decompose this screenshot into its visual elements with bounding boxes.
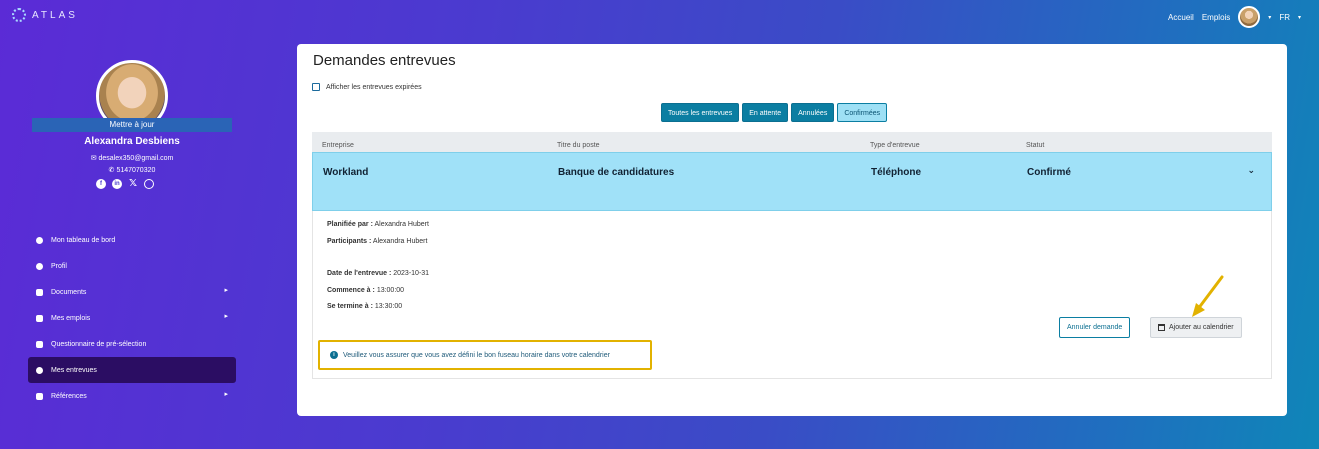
calendar-icon: [1158, 324, 1165, 331]
participants-value: Alexandra Hubert: [372, 238, 428, 245]
profile-email: ✉ desalex350@gmail.com: [90, 155, 174, 162]
participants-label: Participants :: [327, 238, 372, 245]
cell-company: Workland: [323, 167, 369, 178]
timezone-warning: i Veuillez vous assurer que vous avez dé…: [318, 340, 652, 370]
sidebar-item-label: Documents: [51, 288, 87, 296]
chevron-right-icon: ▸: [224, 287, 228, 294]
cell-status: Confirmé: [1027, 167, 1071, 178]
user-avatar[interactable]: [1238, 6, 1261, 28]
sidebar-menu: Mon tableau de bord Profil Documents ▸ M…: [28, 227, 236, 409]
sidebar-item-label: Mes emplois: [51, 314, 91, 322]
sidebar-item-label: Mes entrevues: [51, 366, 97, 374]
start-time-value: 13:00:00: [376, 287, 405, 294]
column-header-status: Statut: [1026, 142, 1045, 149]
timezone-warning-text: Veuillez vous assurer que vous avez défi…: [343, 351, 610, 359]
folder-icon: [36, 314, 43, 322]
chevron-down-icon[interactable]: ▾: [1268, 14, 1271, 21]
social-links: f in 𝕏: [96, 179, 154, 189]
chevron-right-icon: ▸: [224, 313, 228, 320]
planned-by-value: Alexandra Hubert: [374, 221, 429, 228]
participants: Participants : Alexandra Hubert: [327, 238, 427, 245]
users-icon: [36, 392, 43, 400]
filter-all-button[interactable]: Toutes les entrevues: [661, 103, 740, 122]
column-header-job-title: Titre du poste: [557, 142, 600, 149]
end-time-label: Se termine à :: [327, 303, 373, 310]
planned-by-label: Planifiée par :: [327, 221, 373, 228]
sidebar-item-label: Mon tableau de bord: [51, 236, 116, 244]
status-filter-group: Toutes les entrevues En attente Annulées…: [661, 103, 888, 122]
annotation-arrow-icon: [1192, 275, 1224, 317]
profile-phone-text: 5147070320: [116, 167, 156, 174]
cell-job-title: Banque de candidatures: [558, 167, 675, 178]
sidebar-item-dashboard[interactable]: Mon tableau de bord: [28, 227, 236, 253]
top-navigation: Accueil Emplois ▾ FR ▾: [1168, 6, 1301, 28]
nav-jobs-link[interactable]: Emplois: [1202, 13, 1230, 22]
column-header-company: Entreprise: [322, 142, 354, 149]
start-time: Commence à : 13:00:00: [327, 287, 404, 294]
column-header-type: Type d'entrevue: [870, 142, 920, 149]
interview-requests-card: Demandes entrevues Afficher les entrevue…: [297, 44, 1287, 416]
globe-icon[interactable]: [144, 179, 154, 189]
sidebar-item-documents[interactable]: Documents ▸: [28, 279, 236, 305]
profile-email-text: desalex350@gmail.com: [98, 155, 174, 162]
planned-by: Planifiée par : Alexandra Hubert: [327, 221, 429, 228]
show-expired-label: Afficher les entrevues expirées: [326, 83, 422, 91]
profile-name: Alexandra Desbiens: [84, 136, 180, 147]
brand-name: ATLAS: [32, 9, 78, 21]
sidebar: Mettre à jour Alexandra Desbiens ✉ desal…: [0, 40, 264, 449]
sidebar-item-my-interviews[interactable]: Mes entrevues: [28, 357, 236, 383]
interview-date-value: 2023-10-31: [393, 270, 430, 277]
linkedin-icon[interactable]: in: [112, 179, 122, 189]
filter-confirmed-button[interactable]: Confirmées: [837, 103, 888, 122]
add-to-calendar-label: Ajouter au calendrier: [1169, 324, 1234, 331]
table-header: Entreprise Titre du poste Type d'entrevu…: [312, 132, 1272, 152]
sidebar-item-label: Références: [51, 392, 87, 400]
profile-phone: ✆ 5147070320: [108, 167, 156, 174]
info-icon: i: [330, 351, 338, 359]
sidebar-item-label: Questionnaire de pré-sélection: [51, 340, 147, 348]
x-icon[interactable]: 𝕏: [128, 179, 138, 189]
folder-icon: [36, 288, 43, 296]
chevron-right-icon: ▸: [224, 391, 228, 398]
clock-icon: [36, 366, 43, 374]
language-selector[interactable]: FR: [1279, 13, 1290, 22]
sidebar-item-profile[interactable]: Profil: [28, 253, 236, 279]
start-time-label: Commence à :: [327, 287, 375, 294]
atlas-logo-icon: [12, 8, 26, 22]
checkbox-box[interactable]: [312, 83, 320, 91]
cancel-request-button[interactable]: Annuler demande: [1059, 317, 1131, 338]
user-icon: [36, 262, 43, 270]
sidebar-item-references[interactable]: Références ▸: [28, 383, 236, 409]
table-row[interactable]: Workland Banque de candidatures Téléphon…: [312, 152, 1272, 211]
sidebar-item-questionnaire[interactable]: Questionnaire de pré-sélection: [28, 331, 236, 357]
filter-pending-button[interactable]: En attente: [742, 103, 789, 122]
facebook-icon[interactable]: f: [96, 179, 106, 189]
interview-date-label: Date de l'entrevue :: [327, 270, 392, 277]
chevron-down-icon[interactable]: ▾: [1298, 14, 1301, 21]
end-time-value: 13:30:00: [374, 303, 403, 310]
chevron-down-icon[interactable]: ⌄: [1247, 165, 1255, 176]
interview-details: Planifiée par : Alexandra Hubert Partici…: [312, 211, 1272, 379]
sidebar-item-my-jobs[interactable]: Mes emplois ▸: [28, 305, 236, 331]
show-expired-checkbox[interactable]: Afficher les entrevues expirées: [312, 83, 422, 91]
update-photo-button[interactable]: Mettre à jour: [32, 118, 232, 132]
page-title: Demandes entrevues: [313, 52, 456, 69]
nav-home-link[interactable]: Accueil: [1168, 13, 1194, 22]
dashboard-icon: [36, 236, 43, 244]
cell-type: Téléphone: [871, 167, 922, 178]
logo[interactable]: ATLAS: [12, 8, 78, 22]
checklist-icon: [36, 340, 43, 348]
end-time: Se termine à : 13:30:00: [327, 303, 402, 310]
interview-date: Date de l'entrevue : 2023-10-31: [327, 270, 429, 277]
filter-cancelled-button[interactable]: Annulées: [791, 103, 835, 122]
sidebar-item-label: Profil: [51, 262, 67, 270]
add-to-calendar-button[interactable]: Ajouter au calendrier: [1150, 317, 1242, 338]
